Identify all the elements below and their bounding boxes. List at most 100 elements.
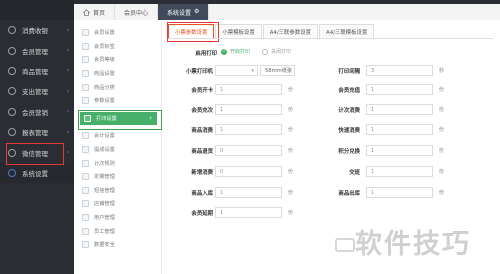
field-value: 0 xyxy=(220,168,224,175)
unit-label: 份 xyxy=(288,127,294,133)
submenu-item-sms[interactable]: 短信管理 xyxy=(76,184,161,198)
unit-label: 份 xyxy=(439,107,445,113)
submenu-item-stores[interactable]: 店铺管理 xyxy=(76,197,161,211)
count-consume-input[interactable]: 1 xyxy=(366,104,433,115)
rules-icon xyxy=(82,159,89,167)
sidebar-item-expense[interactable]: 支出管理 › xyxy=(0,81,74,101)
print-interval-input[interactable]: 3 xyxy=(366,65,433,76)
tab-home[interactable]: 首页 xyxy=(74,4,116,20)
goods-stock-in-input[interactable]: 1 xyxy=(215,187,282,198)
submenu-item-label: 提成设置 xyxy=(94,147,115,154)
sidebar-item-wechat[interactable]: 微信管理 › xyxy=(0,142,74,162)
marketing-icon xyxy=(8,107,16,116)
submenu-item-commission[interactable]: 提成设置 xyxy=(76,143,161,157)
chevron-right-icon: › xyxy=(66,87,69,95)
submenu-item-print-settings[interactable]: 打印设置 › xyxy=(80,111,157,126)
sms-icon xyxy=(82,186,89,194)
cashier-icon xyxy=(8,26,16,35)
field-value: 0 xyxy=(220,147,224,154)
paper-size-select[interactable]: 58mm纸张 ▾ xyxy=(260,65,295,76)
submenu-item-label: 短信管理 xyxy=(94,187,115,194)
form-row-label: 新增消费 xyxy=(173,166,213,177)
submenu-item-label: 打印设置 xyxy=(96,115,117,122)
submenu-item-staff[interactable]: 员工管理 xyxy=(76,224,161,238)
print-interval-unit: 秒 xyxy=(439,68,445,74)
new-consume-input[interactable]: 0 xyxy=(215,166,282,177)
goods-consume-input[interactable]: 1 xyxy=(215,124,282,135)
form-row-label: 商品消费 xyxy=(173,124,213,135)
tab-receipt-template[interactable]: 小票模板设置 xyxy=(215,24,262,38)
submenu-item-accounting[interactable]: 会计设置 xyxy=(76,129,161,143)
tab-a4-params[interactable]: A4/三联参数设置 xyxy=(262,24,318,38)
sidebar-item-members[interactable]: 会员管理 › xyxy=(0,40,74,60)
field-value: 1 xyxy=(371,86,375,93)
quick-consume-label: 快速消费 xyxy=(338,127,360,134)
sidebar-item-label: 报表管理 xyxy=(22,129,48,138)
unit-label: 份 xyxy=(288,210,294,216)
submenu-item-count-rules[interactable]: 计次规则 xyxy=(76,156,161,170)
form-row-label: 交班 xyxy=(318,166,360,177)
wechat-icon xyxy=(8,148,16,157)
radio-on-label: 开启打印 xyxy=(230,49,251,55)
chevron-right-icon: › xyxy=(149,114,152,123)
member-recharge-input[interactable]: 1 xyxy=(366,84,433,95)
submenu-item-member-tags[interactable]: 会员标签 xyxy=(76,40,161,54)
submenu-item-parameters[interactable]: 参数设置 xyxy=(76,94,161,108)
content-tabs: 小票参数设置 小票模板设置 A4/三联参数设置 A4/三联模板设置 xyxy=(168,24,375,38)
member-extend-label: 会员延期 xyxy=(191,210,213,217)
submenu-item-goods-category[interactable]: 商品分类 xyxy=(76,80,161,94)
printer-select[interactable]: ▾ xyxy=(215,65,258,76)
tab-divider xyxy=(168,38,493,39)
sidebar-item-goods[interactable]: 商品管理 › xyxy=(0,61,74,81)
count-consume-label: 计次消费 xyxy=(338,107,360,114)
tab-member-center[interactable]: 会员中心 xyxy=(115,4,159,20)
submenu-item-member-levels[interactable]: 会员等级 xyxy=(76,53,161,67)
quick-consume-input[interactable]: 1 xyxy=(366,124,433,135)
sidebar-item-label: 系统设置 xyxy=(22,169,48,178)
member-recharge-times-input[interactable]: 1 xyxy=(215,104,282,115)
member-open-card-input[interactable]: 1 xyxy=(215,84,282,95)
chevron-right-icon: › xyxy=(66,67,69,75)
level-icon xyxy=(82,56,89,64)
printer-row: 小票打印机 xyxy=(173,65,213,76)
member-icon xyxy=(8,46,16,55)
sidebar-item-marketing[interactable]: 会员营销 › xyxy=(0,102,74,122)
sidebar-item-system-settings[interactable]: 系统设置 xyxy=(0,162,74,184)
submenu-item-data-security[interactable]: 数据安全 xyxy=(76,238,161,252)
tab-a4-template[interactable]: A4/三联模板设置 xyxy=(319,24,375,38)
chevron-right-icon: › xyxy=(66,128,69,136)
submenu-item-member-settings[interactable]: 会员设置 xyxy=(76,26,161,40)
commission-icon xyxy=(82,146,89,154)
radio-off-label: 关闭打印 xyxy=(271,49,292,55)
schedule-icon xyxy=(82,173,89,181)
goods-return-input[interactable]: 0 xyxy=(215,145,282,156)
form-row-label: 会员充值 xyxy=(318,84,360,95)
tab-system-settings-label: 系统设置 xyxy=(167,9,192,17)
security-icon xyxy=(82,241,89,249)
chevron-right-icon: › xyxy=(66,108,69,116)
goods-stock-out-input[interactable]: 1 xyxy=(366,187,433,198)
points-exchange-input[interactable]: 1 xyxy=(366,145,433,156)
form-row-label: 积分兑换 xyxy=(318,145,360,156)
sidebar-item-label: 消费收银 xyxy=(22,27,48,36)
print-interval-value: 3 xyxy=(371,67,375,74)
member-open-card-label: 会员开卡 xyxy=(191,87,213,94)
submenu-item-schedule[interactable]: 定期管理 xyxy=(76,170,161,184)
tab-receipt-params[interactable]: 小票参数设置 xyxy=(168,24,215,38)
shift-handover-input[interactable]: 1 xyxy=(366,166,433,177)
close-tab-icon[interactable]: ⚙ xyxy=(194,9,199,15)
submenu-item-goods-settings[interactable]: 商品设置 xyxy=(76,67,161,81)
submenu-item-label: 会员标签 xyxy=(94,43,115,50)
sidebar-item-reports[interactable]: 报表管理 › xyxy=(0,122,74,142)
form-row-label: 计次消费 xyxy=(318,104,360,115)
tab-label: 小票模板设置 xyxy=(222,29,255,36)
points-exchange-label: 积分兑换 xyxy=(338,148,360,155)
radio-print-on[interactable]: 开启打印 xyxy=(221,48,250,55)
radio-print-off[interactable]: 关闭打印 xyxy=(262,48,291,55)
unit-label: 份 xyxy=(439,148,445,154)
tab-system-settings[interactable]: 系统设置 ⚙ xyxy=(158,4,210,20)
submenu-item-users[interactable]: 用户管理 xyxy=(76,211,161,225)
member-extend-input[interactable]: 1 xyxy=(215,207,282,218)
tab-label: 小票参数设置 xyxy=(175,29,208,36)
sidebar-item-cashier[interactable]: 消费收银 › xyxy=(0,20,74,40)
